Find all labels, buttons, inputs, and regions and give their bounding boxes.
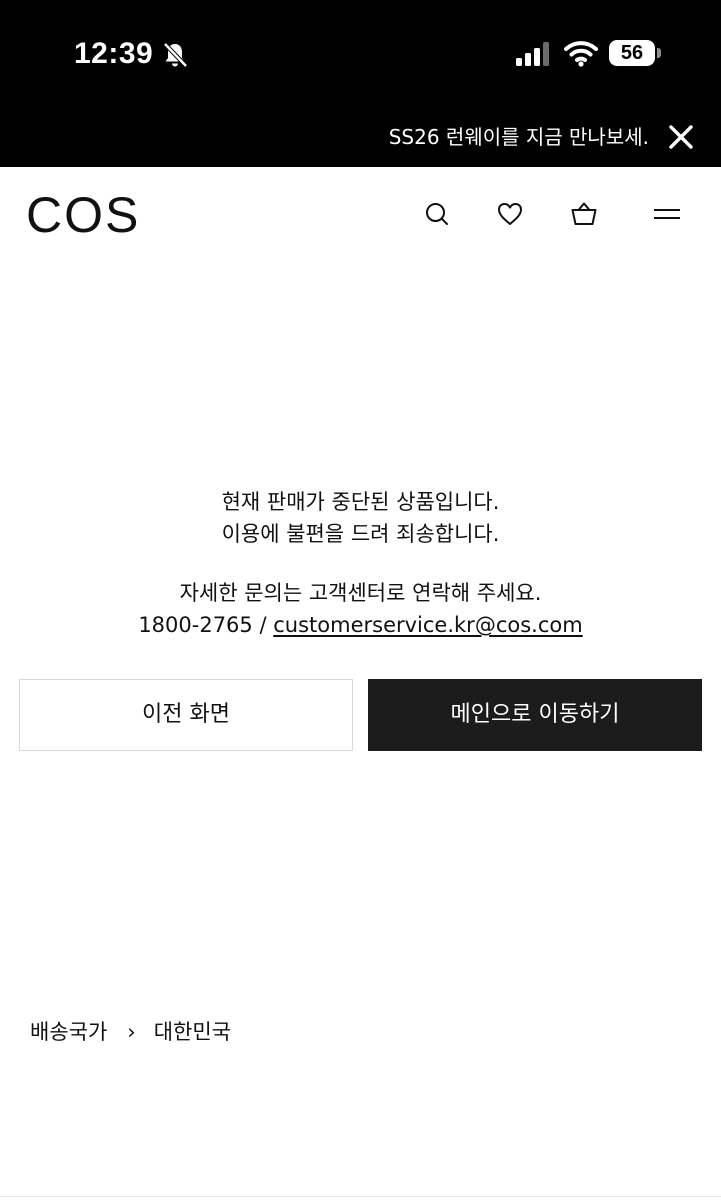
go-to-main-button[interactable]: 메인으로 이동하기 (368, 679, 702, 751)
chevron-right-icon: › (127, 1020, 136, 1044)
shipping-label: 배송국가 (30, 1020, 108, 1044)
bottom-divider (0, 1196, 721, 1197)
close-icon[interactable] (666, 122, 696, 152)
heart-icon[interactable] (495, 199, 525, 229)
phone-number[interactable]: 1800-2765 (138, 613, 252, 637)
contact-separator: / (259, 613, 267, 637)
shipping-country-value[interactable]: 대한민국 (154, 1020, 231, 1044)
email-link[interactable]: customerservice.kr@cos.com (273, 613, 582, 637)
shipping-country[interactable]: 배송국가 › 대한민국 (30, 1016, 231, 1048)
promo-text[interactable]: SS26 런웨이를 지금 만나보세. (389, 122, 649, 152)
site-header: COS (0, 167, 721, 267)
wifi-icon (564, 41, 598, 67)
cellular-signal-icon (516, 42, 549, 66)
cos-logo[interactable]: COS (26, 187, 140, 243)
battery-level: 56 (609, 40, 655, 66)
status-bar: 12:39 56 (0, 0, 721, 110)
battery-tip (657, 48, 661, 58)
promo-banner[interactable]: SS26 런웨이를 지금 만나보세. (0, 110, 721, 167)
contact-line: 자세한 문의는 고객센터로 연락해 주세요. (179, 581, 542, 605)
message-line-2: 이용에 불편을 드려 죄송합니다. (221, 522, 500, 546)
contact-details: 1800-2765 / customerservice.kr@cos.com (0, 609, 721, 641)
discontinued-message: 현재 판매가 중단된 상품입니다. 이용에 불편을 드려 죄송합니다. 자세한 … (0, 486, 721, 641)
battery-icon: 56 (609, 40, 661, 66)
basket-icon[interactable] (569, 199, 599, 229)
previous-screen-button[interactable]: 이전 화면 (19, 679, 353, 751)
bell-slash-icon (163, 42, 188, 68)
message-line-1: 현재 판매가 중단된 상품입니다. (221, 490, 500, 514)
status-time: 12:39 (74, 37, 154, 70)
menu-icon[interactable] (652, 199, 682, 229)
search-icon[interactable] (422, 199, 452, 229)
